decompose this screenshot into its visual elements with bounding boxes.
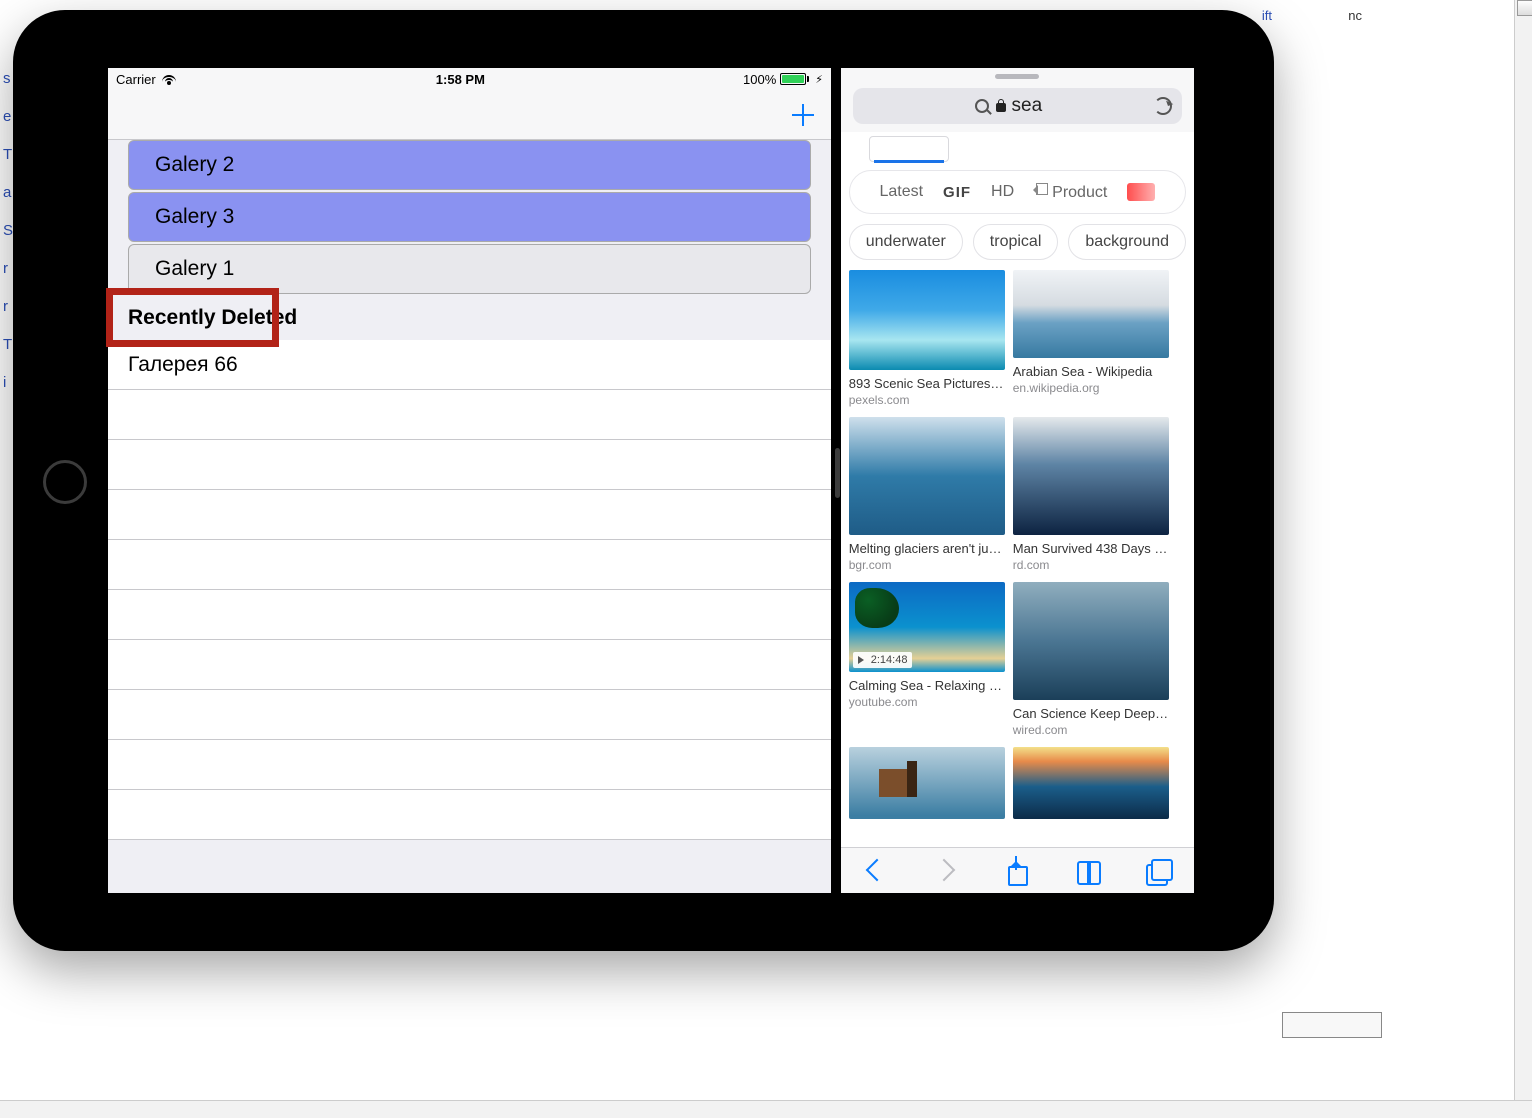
lock-icon [996, 99, 1006, 113]
result-source: youtube.com [849, 695, 1005, 709]
battery-icon [780, 73, 809, 85]
image-result[interactable]: Melting glaciers aren't just … bgr.com [849, 417, 1005, 572]
gallery-row-label: Галерея 66 [128, 353, 238, 377]
result-title: Man Survived 438 Days Stu… [1013, 541, 1169, 556]
ipad-simulator-frame: Carrier 1:58 PM 100% ⚡︎ Galery 2 [13, 10, 1274, 951]
image-result[interactable]: 893 Scenic Sea Pictures · P… pexels.com [849, 270, 1005, 407]
filter-bar: Latest GIF HD Product [849, 170, 1186, 214]
gallery-row[interactable]: Galery 1 [128, 244, 811, 294]
table-row [108, 740, 831, 790]
safari-bottom-toolbar [841, 847, 1194, 893]
result-source: en.wikipedia.org [1013, 381, 1169, 395]
suggestion-pills: underwater tropical background [849, 224, 1186, 260]
suggestion-pill[interactable]: background [1068, 224, 1186, 260]
suggestion-pill[interactable]: underwater [849, 224, 963, 260]
filter-hd[interactable]: HD [991, 183, 1014, 201]
url-text: sea [1012, 95, 1043, 117]
result-title: Can Science Keep Deep Se… [1013, 706, 1169, 721]
filter-color-swatch[interactable] [1127, 183, 1155, 201]
multitask-handle-icon[interactable] [995, 74, 1039, 79]
filter-gif[interactable]: GIF [943, 184, 971, 201]
nav-bar [108, 90, 831, 140]
result-source: bgr.com [849, 558, 1005, 572]
result-source: rd.com [1013, 558, 1169, 572]
add-gallery-button[interactable] [791, 103, 815, 127]
result-title: Arabian Sea - Wikipedia [1013, 364, 1169, 379]
wifi-icon [162, 73, 178, 85]
table-row [108, 790, 831, 840]
battery-percent: 100% [743, 72, 776, 87]
table-row [108, 490, 831, 540]
image-result[interactable]: Arabian Sea - Wikipedia en.wikipedia.org [1013, 270, 1169, 407]
result-title: 893 Scenic Sea Pictures · P… [849, 376, 1005, 391]
image-result[interactable] [1013, 747, 1169, 819]
image-result[interactable]: Can Science Keep Deep Se… wired.com [1013, 582, 1169, 737]
share-button[interactable] [1004, 858, 1030, 884]
table-row [108, 690, 831, 740]
table-row [108, 540, 831, 590]
gallery-row[interactable]: Galery 2 [128, 140, 811, 190]
clock: 1:58 PM [178, 72, 743, 87]
video-length-badge: 2:14:48 [853, 652, 913, 668]
result-title: Melting glaciers aren't just … [849, 541, 1005, 556]
gallery-row-label: Galery 3 [155, 205, 234, 229]
table-row [108, 440, 831, 490]
forward-button [934, 858, 960, 884]
result-title: Calming Sea - Relaxing 2 H… [849, 678, 1005, 693]
play-icon [858, 656, 868, 664]
address-bar[interactable]: sea [853, 88, 1182, 124]
active-search-tab[interactable] [869, 136, 949, 162]
bookmarks-button[interactable] [1075, 858, 1101, 884]
result-thumbnail [1013, 270, 1169, 358]
gallery-row-label: Galery 2 [155, 153, 234, 177]
gallery-row-label: Galery 1 [155, 257, 234, 281]
section-header-recently-deleted: Recently Deleted [108, 296, 831, 340]
image-result[interactable]: Man Survived 438 Days Stu… rd.com [1013, 417, 1169, 572]
result-source: wired.com [1013, 723, 1169, 737]
search-icon [975, 99, 990, 114]
safari-page[interactable]: Latest GIF HD Product underwater tropica… [841, 132, 1194, 847]
result-thumbnail [849, 270, 1005, 370]
tag-icon [1034, 183, 1048, 197]
charging-icon: ⚡︎ [815, 73, 823, 86]
result-thumbnail: 2:14:48 [849, 582, 1005, 672]
result-thumbnail [1013, 417, 1169, 535]
reload-icon[interactable] [1154, 97, 1172, 115]
suggestion-pill[interactable]: tropical [973, 224, 1059, 260]
image-results-grid: 893 Scenic Sea Pictures · P… pexels.com … [849, 270, 1186, 819]
divider-grip-icon [835, 448, 840, 498]
table-row [108, 390, 831, 440]
filter-latest[interactable]: Latest [879, 183, 923, 201]
back-button[interactable] [863, 858, 889, 884]
table-row [108, 590, 831, 640]
result-thumbnail [849, 417, 1005, 535]
carrier-label: Carrier [116, 72, 178, 87]
image-result[interactable]: 2:14:48 Calming Sea - Relaxing 2 H… yout… [849, 582, 1005, 737]
safari-app: sea Latest GIF HD Product underwater tro… [841, 68, 1194, 893]
result-thumbnail [1013, 747, 1169, 819]
filter-product[interactable]: Product [1034, 183, 1107, 202]
result-thumbnail [1013, 582, 1169, 700]
gallery-row[interactable]: Galery 3 [128, 192, 811, 242]
ipad-screen: Carrier 1:58 PM 100% ⚡︎ Galery 2 [108, 68, 1194, 893]
tabs-button[interactable] [1146, 858, 1172, 884]
deleted-gallery-row[interactable]: Галерея 66 [108, 340, 831, 390]
table-row [108, 640, 831, 690]
galleries-app: Carrier 1:58 PM 100% ⚡︎ Galery 2 [108, 68, 831, 893]
home-button[interactable] [43, 460, 87, 504]
gallery-table[interactable]: Galery 2 Galery 3 Galery 1 Recently Dele… [108, 140, 831, 893]
image-result[interactable] [849, 747, 1005, 819]
status-bar: Carrier 1:58 PM 100% ⚡︎ [108, 68, 831, 90]
result-thumbnail [849, 747, 1005, 819]
split-view-divider[interactable] [831, 68, 841, 893]
result-source: pexels.com [849, 393, 1005, 407]
